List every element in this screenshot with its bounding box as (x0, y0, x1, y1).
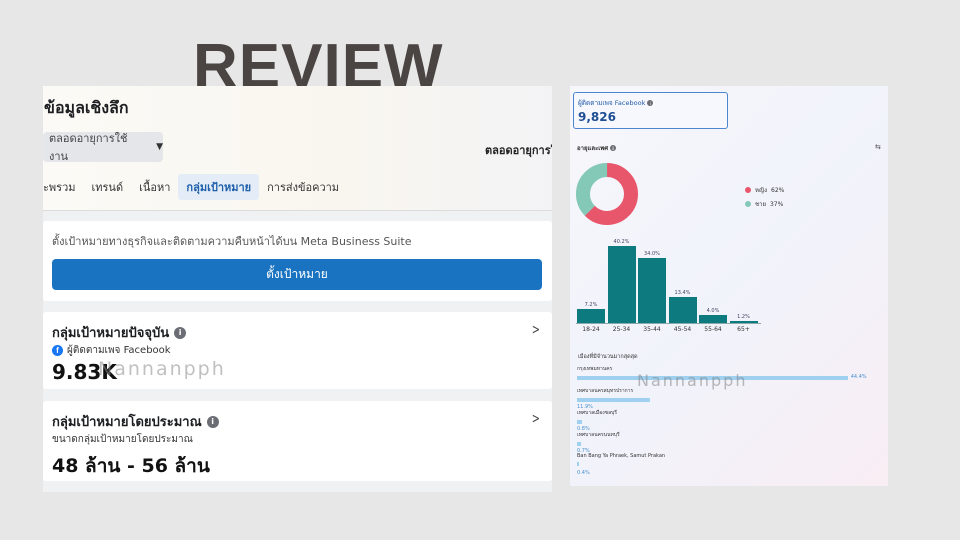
age-bar[interactable] (668, 297, 697, 323)
legend-item-female: หญิง 62% (745, 183, 784, 197)
current-audience-title: กลุ่มเป้าหมายปัจจุบัน i (52, 322, 187, 343)
age-bar[interactable] (577, 309, 605, 323)
period-label: ตลอดอายุการใช้ (485, 144, 552, 157)
followers-label: ผู้ติดตามเพจ Facebook i (578, 98, 654, 108)
city-name: เทศบาลนครนนทบุรี (577, 432, 620, 438)
date-range-dropdown[interactable]: ตลอดอายุการใช้งาน ▼ (43, 132, 163, 163)
x-tick-label: 55-64 (704, 326, 722, 333)
insights-tabs: ะพรวม เทรนด์ เนื้อหา กลุ่มเป้าหมาย การส่… (43, 174, 347, 200)
city-row: Ban Bang Ya Phraek, Samut Prakan 0.4% (577, 453, 877, 476)
watermark: Nannanpph (98, 358, 226, 380)
audience-details-panel: ผู้ติดตามเพจ Facebook i 9,826 อายุและเพศ… (570, 86, 888, 486)
bar-value-label: 7.2% (584, 302, 598, 309)
gender-donut-chart (576, 163, 638, 225)
info-icon[interactable]: i (647, 100, 654, 106)
city-bar (577, 398, 650, 402)
followers-card[interactable]: ผู้ติดตามเพจ Facebook i 9,826 (573, 92, 728, 129)
tab-trends[interactable]: เทรนด์ (84, 174, 132, 200)
legend-dot (745, 187, 751, 193)
source-label: ผู้ติดตามเพจ Facebook (67, 345, 171, 356)
city-name: เทศบาลเมืองชลบุรี (577, 410, 617, 416)
age-bar[interactable] (729, 320, 758, 323)
city-percent: 44.4% (850, 374, 867, 380)
legend-dot (745, 201, 751, 207)
estimated-audience-card[interactable]: กลุ่มเป้าหมายโดยประมาณ i > ขนาดกลุ่มเป้า… (43, 401, 552, 481)
x-tick-label: 35-44 (643, 326, 661, 333)
goal-description: ตั้งเป้าหมายทางธุรกิจและติดตามความคืบหน้… (52, 235, 412, 248)
gender-legend: หญิง 62% ชาย 37% (745, 183, 784, 211)
legend-label: ชาย (755, 201, 766, 208)
estimated-audience-title-text: กลุ่มเป้าหมายโดยประมาณ (52, 415, 202, 430)
info-icon[interactable]: i (206, 415, 219, 428)
audience-content: ตั้งเป้าหมายทางธุรกิจและติดตามความคืบหน้… (43, 211, 552, 492)
bar-value-label: 4.0% (706, 308, 720, 315)
age-bar[interactable] (607, 246, 636, 323)
bar-value-label: 1.2% (737, 313, 750, 320)
legend-value: 37% (769, 200, 784, 208)
tab-messaging[interactable]: การส่งข้อความ (259, 174, 347, 200)
date-range-label: ตลอดอายุการใช้งาน (49, 132, 128, 163)
bar-value-label: 40.2% (613, 239, 630, 246)
info-icon[interactable]: i (610, 145, 617, 151)
bar-value-label: 13.4% (674, 290, 691, 297)
estimated-audience-subtitle: ขนาดกลุ่มเป้าหมายโดยประมาณ (52, 434, 193, 445)
set-goal-button[interactable]: ตั้งเป้าหมาย (52, 259, 542, 290)
chevron-right-icon[interactable]: > (532, 411, 540, 427)
facebook-icon: f (52, 345, 63, 356)
x-tick-label: 25-34 (612, 326, 631, 333)
age-gender-title: อายุและเพศ i (577, 143, 617, 153)
city-percent: 0.4% (577, 470, 590, 476)
city-bar (577, 442, 582, 446)
legend-value: 62% (771, 186, 785, 194)
legend-label: หญิง (755, 187, 767, 194)
source-row: f ผู้ติดตามเพจ Facebook (52, 343, 171, 358)
age-bar[interactable] (638, 258, 666, 323)
info-icon[interactable]: i (174, 326, 187, 339)
tab-content[interactable]: เนื้อหา (131, 174, 178, 200)
x-tick-label: 65+ (737, 326, 750, 333)
filter-icon[interactable]: ⇆ (875, 143, 881, 151)
bar-plot-area (576, 240, 761, 324)
insights-header: ข้อมูลเชิงลึก ตลอดอายุการใช้งาน ▼ ตลอดอา… (43, 86, 552, 211)
page-title: ข้อมูลเชิงลึก (44, 98, 129, 117)
city-row: เทศบาลนครนนทบุรี 0.7% (577, 431, 877, 454)
top-cities-title: เมืองที่มีจำนวนมากสุดสุด (578, 354, 638, 360)
estimated-audience-title: กลุ่มเป้าหมายโดยประมาณ i (52, 411, 219, 432)
city-name: Ban Bang Ya Phraek, Samut Prakan (577, 453, 666, 459)
followers-label-text: ผู้ติดตามเพจ Facebook (578, 99, 646, 107)
tab-audience[interactable]: กลุ่มเป้าหมาย (178, 174, 260, 200)
age-gender-title-text: อายุและเพศ (577, 145, 609, 152)
caret-down-icon: ▼ (156, 142, 163, 152)
age-bar[interactable] (699, 315, 727, 323)
estimated-audience-value: 48 ล้าน - 56 ล้าน (52, 455, 210, 477)
bar-value-label: 34.0% (644, 251, 660, 258)
city-row: เทศบาลเมืองชลบุรี 0.8% (577, 409, 877, 432)
x-tick-label: 45-54 (673, 326, 692, 333)
city-bar (577, 420, 582, 424)
age-bar-chart: 7.2% 18-24 40.2% 25-34 34.0% 35-44 13.4% 45-54 4… (570, 234, 888, 334)
watermark: Nannanpph (637, 371, 748, 390)
city-bar (577, 462, 580, 466)
chevron-right-icon[interactable]: > (532, 322, 540, 338)
goal-card: ตั้งเป้าหมายทางธุรกิจและติดตามความคืบหน้… (43, 221, 552, 301)
current-audience-title-text: กลุ่มเป้าหมายปัจจุบัน (52, 326, 170, 341)
insights-panel: ข้อมูลเชิงลึก ตลอดอายุการใช้งาน ▼ ตลอดอา… (43, 86, 552, 492)
current-audience-card[interactable]: กลุ่มเป้าหมายปัจจุบัน i > f ผู้ติดตามเพจ… (43, 312, 552, 389)
x-tick-label: 18-24 (582, 326, 600, 333)
followers-value: 9,826 (578, 110, 616, 124)
tab-overview[interactable]: ะพรวม (43, 174, 84, 200)
legend-item-male: ชาย 37% (745, 197, 784, 211)
